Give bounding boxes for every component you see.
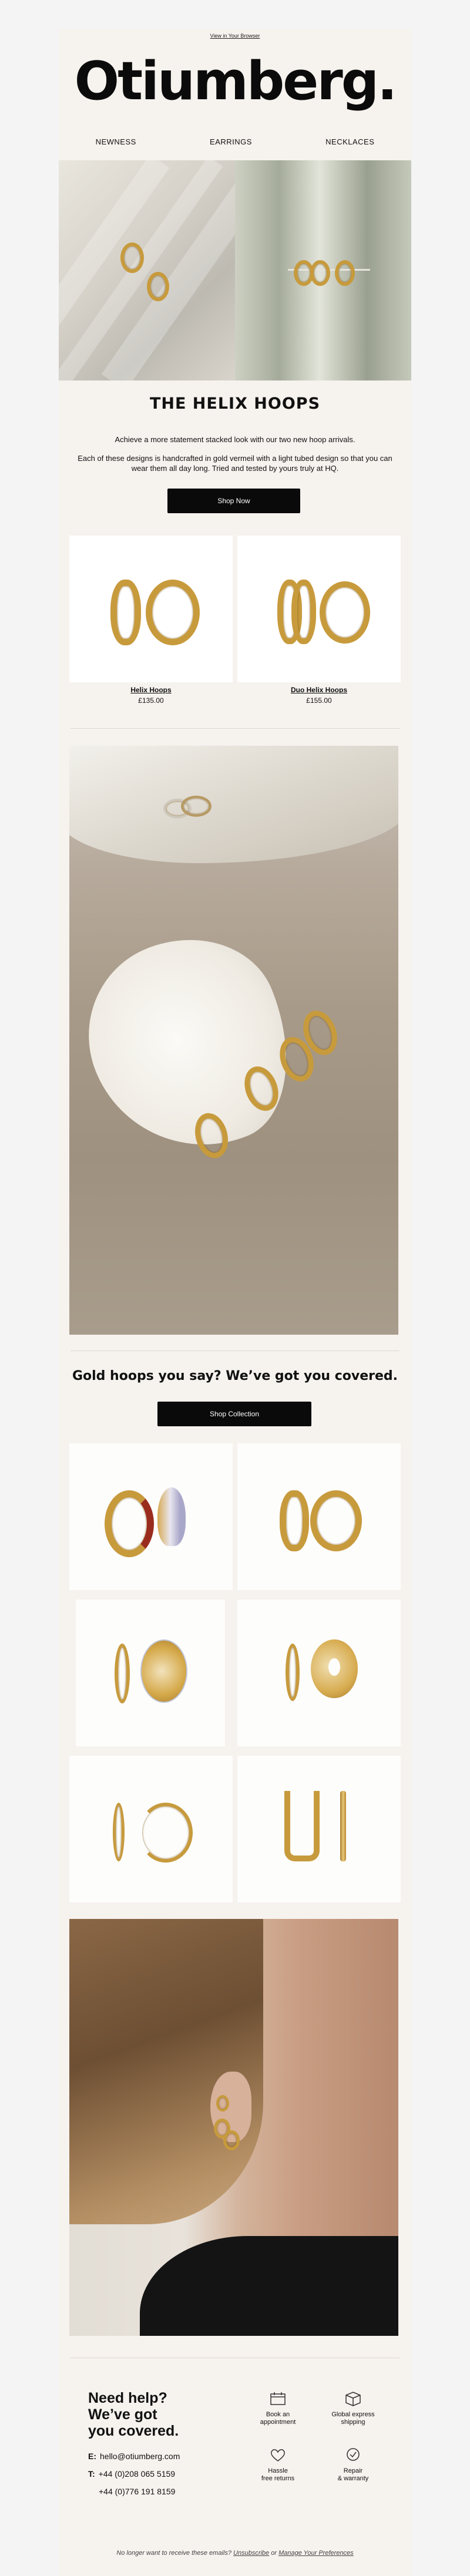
product-price-helix: £135.00 bbox=[138, 696, 164, 705]
service-global-shipping[interactable]: Global express shipping bbox=[327, 2391, 380, 2426]
main-nav: NEWNESS EARRINGS NECKLACES bbox=[59, 137, 411, 149]
nav-item-newness[interactable]: NEWNESS bbox=[96, 137, 136, 149]
divider bbox=[70, 728, 400, 729]
product-name-helix[interactable]: Helix Hoops bbox=[69, 686, 233, 694]
product-grid-item[interactable] bbox=[237, 1756, 401, 1902]
section-title-helix: THE HELIX HOOPS bbox=[149, 395, 321, 413]
service-free-returns[interactable]: Hassle free returns bbox=[251, 2447, 304, 2483]
product-image-helix[interactable] bbox=[69, 536, 233, 682]
product-grid-item[interactable] bbox=[69, 1756, 233, 1902]
intro-text-2: Each of these designs is handcrafted in … bbox=[78, 454, 392, 473]
calendar-icon bbox=[270, 2392, 286, 2405]
earring-hoop bbox=[310, 260, 330, 286]
shop-now-button[interactable]: Shop Now bbox=[167, 489, 300, 513]
product-name-duo-helix[interactable]: Duo Helix Hoops bbox=[237, 686, 401, 694]
product-grid-item[interactable] bbox=[237, 1443, 401, 1590]
earring-hoop bbox=[335, 260, 355, 286]
badge-check-icon bbox=[347, 2448, 360, 2461]
product-price-duo-helix: £155.00 bbox=[306, 696, 332, 705]
model-portrait-image[interactable] bbox=[69, 1919, 398, 2336]
intro-text-1: Achieve a more statement stacked look wi… bbox=[115, 435, 355, 444]
footer-text: No longer want to receive these emails? … bbox=[116, 2550, 354, 2557]
hero-image[interactable] bbox=[59, 160, 411, 380]
unsubscribe-link[interactable]: Unsubscribe bbox=[233, 2550, 269, 2557]
product-image-duo-helix[interactable] bbox=[237, 536, 401, 682]
earring-hoop bbox=[120, 243, 144, 273]
heart-icon bbox=[271, 2449, 285, 2461]
product-grid-item[interactable] bbox=[69, 1443, 233, 1590]
product-grid-item[interactable] bbox=[237, 1600, 401, 1746]
lifestyle-image-shell[interactable] bbox=[69, 746, 398, 1335]
hero-image-left bbox=[59, 160, 235, 380]
section-title-gold-hoops: Gold hoops you say? We’ve got you covere… bbox=[72, 1369, 398, 1383]
box-icon bbox=[345, 2392, 361, 2406]
earring-hoop bbox=[147, 272, 169, 301]
help-title: Need help? We’ve got you covered. bbox=[88, 2390, 179, 2439]
contact-phone-2[interactable]: +44 (0)776 191 8159 bbox=[99, 2487, 175, 2496]
service-repair-warranty[interactable]: Repair & warranty bbox=[327, 2447, 380, 2483]
brand-logo[interactable]: Otiumberg. bbox=[59, 49, 411, 114]
contact-phone-1[interactable]: T: +44 (0)208 065 5159 bbox=[88, 2469, 175, 2479]
product-grid-item[interactable] bbox=[76, 1600, 225, 1746]
manage-preferences-link[interactable]: Manage Your Preferences bbox=[278, 2550, 354, 2557]
contact-email[interactable]: E: hello@otiumberg.com bbox=[88, 2452, 180, 2461]
nav-item-necklaces[interactable]: NECKLACES bbox=[325, 137, 374, 149]
view-in-browser-link[interactable]: View in Your Browser bbox=[59, 33, 411, 39]
shop-collection-button[interactable]: Shop Collection bbox=[157, 1402, 311, 1426]
service-book-appointment[interactable]: Book an appointment bbox=[251, 2391, 304, 2426]
hero-image-right bbox=[235, 160, 411, 380]
nav-item-earrings[interactable]: EARRINGS bbox=[210, 137, 252, 149]
